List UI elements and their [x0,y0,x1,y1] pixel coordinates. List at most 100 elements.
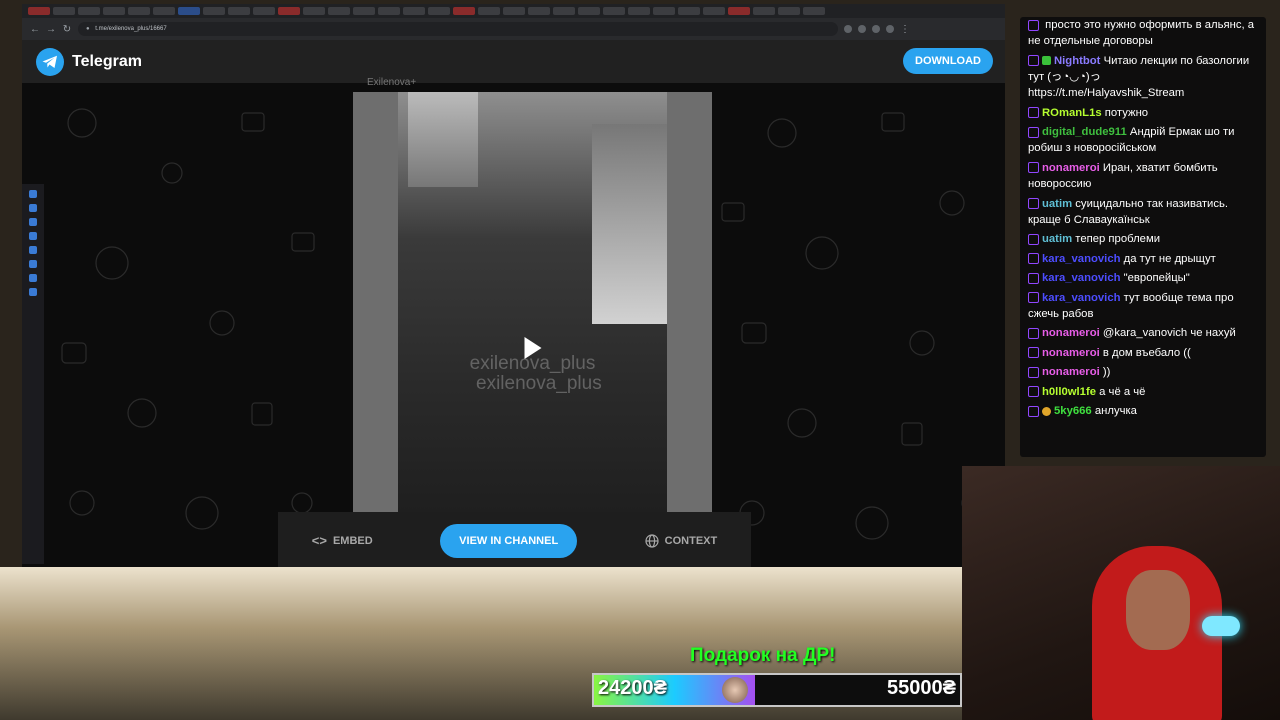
chat-username: nonameroi [1042,161,1100,174]
tab[interactable] [403,7,425,15]
tab[interactable] [228,7,250,15]
chat-message: uatim суицидально так називатись. краще … [1020,196,1266,228]
menu-icon[interactable]: ⋮ [900,24,910,35]
app-icon[interactable] [29,246,37,254]
video-window-area [408,92,478,187]
chat-text: "европейцы" [1123,272,1190,285]
chat-message: nonameroi Иран, хватит бомбить новоросси… [1020,160,1266,192]
reload-icon[interactable]: ↻ [62,24,72,35]
badge-icon [1028,366,1039,378]
badge-icon [1028,405,1039,417]
chat-message: nonameroi @kara_vanovich че нахуй [1020,325,1266,341]
tab[interactable] [353,7,375,15]
tab[interactable] [53,7,75,15]
chat-message: h0ll0wl1fe а чё а чё [1020,384,1266,400]
app-icon[interactable] [29,274,37,282]
code-icon: <> [311,533,327,548]
tab[interactable] [803,7,825,15]
url-text: t.me/exilenova_plus/16667 [95,26,167,32]
tab[interactable] [653,7,675,15]
view-in-channel-button[interactable]: VIEW IN CHANNEL [440,523,578,558]
context-label: CONTEXT [664,534,718,547]
lock-icon: ● [86,26,90,32]
tab[interactable] [478,7,500,15]
chat-text: а чё а чё [1099,385,1146,398]
profile-icon[interactable] [886,25,894,33]
badge-icon [1028,55,1039,67]
tab[interactable] [753,7,775,15]
tab[interactable] [328,7,350,15]
tab[interactable] [578,7,600,15]
tab[interactable] [303,7,325,15]
chat-username: ROmanL1s [1042,106,1102,119]
post-header: Exilenova+ [353,73,712,92]
app-icon[interactable] [29,204,37,212]
app-icon[interactable] [29,288,37,296]
address-bar: ← → ↻ ● t.me/exilenova_plus/16667 ⋮ [22,18,1005,40]
tab[interactable] [178,7,200,15]
app-icon[interactable] [29,232,37,240]
tab[interactable] [453,7,475,15]
tab[interactable] [278,7,300,15]
badge-icon [1028,233,1039,245]
chat-message: kara_vanovich да тут не дрыщут [1020,251,1266,267]
tab[interactable] [603,7,625,15]
app-icon[interactable] [29,218,37,226]
tab[interactable] [503,7,525,15]
telegram-logo-icon [36,47,64,76]
tab[interactable] [553,7,575,15]
chat-username: 5ky666 [1054,405,1092,418]
tab[interactable] [728,7,750,15]
tab[interactable] [428,7,450,15]
tab-strip [22,4,1005,18]
browser-window: ← → ↻ ● t.me/exilenova_plus/16667 ⋮ Tele… [22,4,1005,567]
app-title: Telegram [72,52,142,70]
badge-icon [1028,198,1039,210]
chat-text: тепер проблеми [1075,233,1161,246]
video-post[interactable]: exilenova_plus exilenova_plus [353,92,712,512]
forward-icon[interactable]: → [46,24,56,35]
app-icon[interactable] [29,260,37,268]
tab[interactable] [153,7,175,15]
tab[interactable] [78,7,100,15]
extension-icon[interactable] [872,25,880,33]
download-button[interactable]: DOWNLOAD [903,48,993,74]
tab[interactable] [203,7,225,15]
app-icon[interactable] [29,190,37,198]
paper-plane-icon [42,55,57,68]
chat-username: digital_dude911 [1042,126,1127,139]
video-frame[interactable]: exilenova_plus exilenova_plus [398,92,667,512]
tab[interactable] [703,7,725,15]
badge-icon [1028,347,1039,359]
chat-message: Nightbot Читаю лекции по базологии тут (… [1020,53,1266,102]
tab[interactable] [103,7,125,15]
tab[interactable] [253,7,275,15]
tab[interactable] [128,7,150,15]
chat-text: потужно [1104,106,1149,119]
chat-username: nonameroi [1042,366,1100,379]
extension-icon[interactable] [844,25,852,33]
chat-username: uatim [1042,197,1073,210]
side-dock [22,184,44,564]
donation-goal-bar: 24200₴ 55000₴ [592,673,962,707]
chat-text: )) [1102,366,1111,379]
chat-message: 5ky666 анлучка [1020,403,1266,419]
chat-username: uatim [1042,233,1073,246]
goal-avatar [722,677,748,703]
tab[interactable] [628,7,650,15]
embed-button[interactable]: <> EMBED [312,533,373,548]
microphone-icon [1202,616,1240,636]
back-icon[interactable]: ← [30,24,40,35]
tab[interactable] [378,7,400,15]
url-field[interactable]: ● t.me/exilenova_plus/16667 [78,22,838,36]
tab[interactable] [28,7,50,15]
watermark-line: exilenova_plus [476,373,602,394]
tab[interactable] [528,7,550,15]
context-button[interactable]: CONTEXT [645,533,718,548]
badge-icon [1028,19,1039,31]
tab[interactable] [678,7,700,15]
badge-icon [1028,162,1039,174]
extension-icon[interactable] [858,25,866,33]
tab[interactable] [778,7,800,15]
badge-icon [1028,253,1039,265]
